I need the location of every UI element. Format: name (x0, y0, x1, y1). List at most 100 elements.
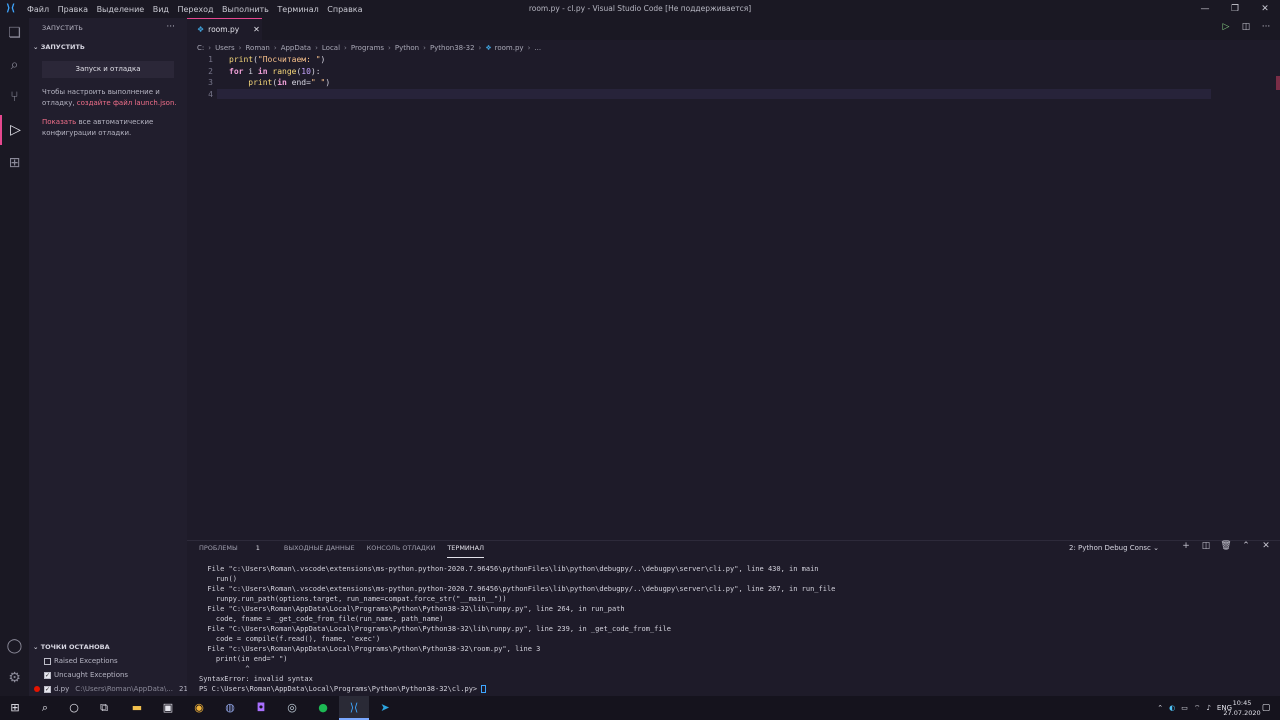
breadcrumb-item[interactable]: AppData (281, 44, 311, 52)
notifications-icon[interactable]: ▢ (1258, 700, 1274, 716)
run-section-label: ЗАПУСТИТЬ (40, 43, 85, 51)
terminal-line: run() (199, 575, 237, 583)
run-file-icon[interactable]: ▷ (1216, 22, 1236, 32)
terminal-line: runpy.run_path(options.target, run_name=… (199, 595, 507, 603)
tray-app-icon[interactable]: ◐ (1169, 704, 1175, 712)
new-terminal-icon[interactable]: + (1176, 541, 1196, 551)
chevron-down-icon: ⌄ (1153, 544, 1159, 552)
tab-problems[interactable]: ПРОБЛЕМЫ 1 (199, 544, 272, 558)
windows-start-icon[interactable]: ⊞ (7, 700, 23, 716)
breadcrumb-item[interactable]: Users (215, 44, 235, 52)
breadcrumb-item[interactable]: Python (395, 44, 419, 52)
account-icon[interactable]: ◯ (0, 631, 29, 661)
uncaught-exceptions-checkbox[interactable]: ✓ (44, 671, 51, 679)
breadcrumb-item[interactable]: Local (322, 44, 340, 52)
tray-expand-icon[interactable]: ⌃ (1157, 704, 1163, 712)
extensions-icon[interactable]: ⊞ (0, 148, 29, 178)
create-launch-json-link[interactable]: создайте файл launch.json. (77, 99, 177, 107)
scrollbar-error-marker (1276, 76, 1280, 90)
code-line-2[interactable]: for i in range(10): (229, 67, 321, 76)
clock-time: 10:45 (1232, 699, 1252, 707)
tab-problems-label: ПРОБЛЕМЫ (199, 544, 238, 552)
breakpoint-raised-exceptions[interactable]: Raised Exceptions (44, 657, 118, 665)
spotify-icon[interactable]: ● (315, 700, 331, 716)
search-icon[interactable]: ⌕ (0, 50, 29, 80)
restore-button[interactable]: ❐ (1220, 0, 1250, 18)
wifi-icon[interactable]: ⌔ (1194, 704, 1201, 713)
current-line-highlight (217, 89, 1211, 99)
twitch-icon[interactable]: ◘ (253, 700, 269, 716)
terminal-prompt-line[interactable]: PS C:\Users\Roman\AppData\Local\Programs… (199, 685, 487, 693)
terminal-line: File "c:\Users\Roman\.vscode\extensions\… (199, 565, 819, 573)
terminal-select[interactable]: 2: Python Debug Consc ⌄ (1069, 544, 1159, 552)
launch-hint: Чтобы настроить выполнение и отладку, со… (42, 87, 182, 109)
raised-exceptions-checkbox[interactable] (44, 657, 51, 665)
line-number: 3 (208, 78, 213, 87)
breakpoint-file-path: C:\Users\Roman\AppData\... (75, 685, 173, 693)
run-and-debug-button[interactable]: Запуск и отладка (42, 61, 174, 78)
tab-output[interactable]: ВЫХОДНЫЕ ДАННЫЕ (284, 544, 355, 558)
more-editor-actions-icon[interactable]: ··· (1256, 22, 1276, 32)
search-icon[interactable]: ⌕ (37, 700, 53, 716)
minimize-button[interactable]: — (1190, 0, 1220, 18)
breakpoint-file-item[interactable]: ✓ d.py C:\Users\Roman\AppData\... 21 (34, 685, 188, 693)
breakpoint-uncaught-exceptions[interactable]: ✓ Uncaught Exceptions (44, 671, 128, 679)
breadcrumb-item[interactable]: Programs (351, 44, 384, 52)
app-icon[interactable]: ▣ (160, 700, 176, 716)
clock-date: 27.07.2020 (1223, 709, 1261, 717)
terminal-line: File "C:\Users\Roman\AppData\Local\Progr… (199, 605, 625, 613)
chrome-icon[interactable]: ◉ (191, 700, 207, 716)
python-file-icon: ❖ (197, 25, 205, 34)
tab-room-py[interactable]: ❖ room.py ✕ (187, 18, 262, 40)
split-editor-icon[interactable]: ◫ (1236, 22, 1256, 32)
split-terminal-icon[interactable]: ◫ (1196, 541, 1216, 551)
source-control-icon[interactable]: ⑂ (0, 82, 29, 112)
discord-icon[interactable]: ◍ (222, 700, 238, 716)
breadcrumb-item[interactable]: ... (534, 44, 541, 52)
code-line-1[interactable]: print("Посчитаем: ") (229, 55, 325, 64)
editor-actions: ▷ ◫ ··· (1216, 22, 1276, 32)
explorer-icon[interactable]: ❏ (0, 18, 29, 48)
tab-label: room.py (208, 25, 240, 34)
line-number: 4 (208, 90, 213, 99)
terminal-prompt: PS C:\Users\Roman\AppData\Local\Programs… (199, 685, 482, 693)
terminal-cursor (481, 685, 487, 693)
steam-icon[interactable]: ◎ (284, 700, 300, 716)
task-view-icon[interactable]: ⧉ (96, 700, 112, 716)
file-explorer-icon[interactable]: ▬ (129, 700, 145, 716)
run-debug-icon[interactable]: ▷ (0, 115, 29, 145)
volume-icon[interactable]: ♪ (1206, 704, 1210, 712)
close-tab-icon[interactable]: ✕ (253, 25, 260, 34)
close-panel-icon[interactable]: ✕ (1256, 541, 1276, 551)
show-configs-link[interactable]: Показать (42, 118, 76, 126)
breadcrumb-item[interactable]: Python38-32 (430, 44, 475, 52)
close-window-button[interactable]: ✕ (1250, 0, 1280, 18)
more-actions-icon[interactable]: ··· (166, 22, 175, 32)
file-breakpoint-checkbox[interactable]: ✓ (44, 685, 51, 693)
run-section-header[interactable]: ⌄ ЗАПУСТИТЬ (33, 43, 85, 51)
network-icon[interactable]: ▭ (1181, 704, 1188, 712)
clock[interactable]: 10:45 27.07.2020 (1222, 698, 1262, 718)
vscode-taskbar-icon[interactable]: ⟩⟨ (346, 700, 362, 716)
panel-tabs: ПРОБЛЕМЫ 1 ВЫХОДНЫЕ ДАННЫЕ КОНСОЛЬ ОТЛАДК… (199, 544, 496, 558)
maximize-panel-icon[interactable]: ⌃ (1236, 541, 1256, 551)
code-editor[interactable]: 1 2 3 4 print("Посчитаем: ") for i in ra… (187, 54, 1280, 540)
terminal-line: code = compile(f.read(), fname, 'exec') (199, 635, 381, 643)
bottom-panel: ПРОБЛЕМЫ 1 ВЫХОДНЫЕ ДАННЫЕ КОНСОЛЬ ОТЛАДК… (187, 540, 1280, 696)
cortana-icon[interactable]: ○ (66, 700, 82, 716)
breakpoints-header[interactable]: ⌄ ТОЧКИ ОСТАНОВА (33, 643, 110, 651)
kill-terminal-icon[interactable]: 🗑 (1216, 541, 1236, 551)
code-line-3[interactable]: print(in end=" ") (229, 78, 330, 87)
telegram-icon[interactable]: ➤ (377, 700, 393, 716)
terminal-select-value: 2: Python Debug Consc (1069, 544, 1151, 552)
settings-gear-icon[interactable]: ⚙ (0, 663, 29, 693)
tab-terminal[interactable]: ТЕРМИНАЛ (447, 544, 485, 558)
breakpoint-dot-icon (34, 686, 40, 692)
activity-bar: ❏ ⌕ ⑂ ▷ ⊞ ◯ ⚙ (0, 18, 29, 696)
breadcrumb-item[interactable]: Roman (245, 44, 269, 52)
breadcrumb-item[interactable]: C: (197, 44, 204, 52)
sidebar-header: ЗАПУСТИТЬ (42, 24, 84, 32)
breadcrumb-item[interactable]: room.py (495, 44, 524, 52)
uncaught-exceptions-label: Uncaught Exceptions (54, 671, 129, 679)
tab-debug-console[interactable]: КОНСОЛЬ ОТЛАДКИ (367, 544, 436, 558)
